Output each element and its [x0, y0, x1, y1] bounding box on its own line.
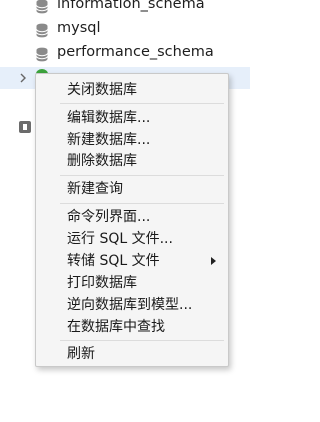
tree-item-information-schema[interactable]: information_schema — [0, 0, 250, 18]
tree-item-label: performance_schema — [57, 44, 214, 60]
menu-item-new-database[interactable]: 新建数据库... — [36, 129, 228, 151]
chevron-right-icon[interactable] — [18, 71, 28, 85]
menu-item-new-query[interactable]: 新建查询 — [36, 178, 228, 200]
database-icon — [36, 0, 48, 14]
menu-item-label: 转储 SQL 文件 — [67, 253, 160, 269]
tree-item-mysql[interactable]: mysql — [0, 18, 250, 42]
menu-separator — [60, 103, 224, 104]
menu-item-delete-database[interactable]: 删除数据库 — [36, 150, 228, 172]
menu-item-find-in-database[interactable]: 在数据库中查找 — [36, 316, 228, 338]
menu-item-run-sql-file[interactable]: 运行 SQL 文件... — [36, 228, 228, 250]
menu-item-close-database[interactable]: 关闭数据库 — [36, 79, 228, 101]
menu-item-print-database[interactable]: 打印数据库 — [36, 272, 228, 294]
tree-item-label: mysql — [57, 20, 101, 36]
database-icon — [36, 47, 48, 62]
menu-item-refresh[interactable]: 刷新 — [36, 343, 228, 365]
submenu-arrow-icon — [211, 257, 216, 265]
menu-separator — [60, 175, 224, 176]
menu-item-edit-database[interactable]: 编辑数据库... — [36, 107, 228, 129]
context-menu: 关闭数据库 编辑数据库... 新建数据库... 删除数据库 新建查询 命令列界面… — [35, 73, 229, 367]
menu-separator — [60, 340, 224, 341]
schema-icon — [19, 121, 31, 133]
menu-item-command-line[interactable]: 命令列界面... — [36, 206, 228, 228]
menu-item-dump-sql-file[interactable]: 转储 SQL 文件 — [36, 250, 228, 272]
menu-separator — [60, 203, 224, 204]
tree-item-performance-schema[interactable]: performance_schema — [0, 42, 250, 66]
tree-item-label: information_schema — [57, 0, 205, 12]
menu-item-reverse-to-model[interactable]: 逆向数据库到模型... — [36, 294, 228, 316]
database-icon — [36, 23, 48, 38]
